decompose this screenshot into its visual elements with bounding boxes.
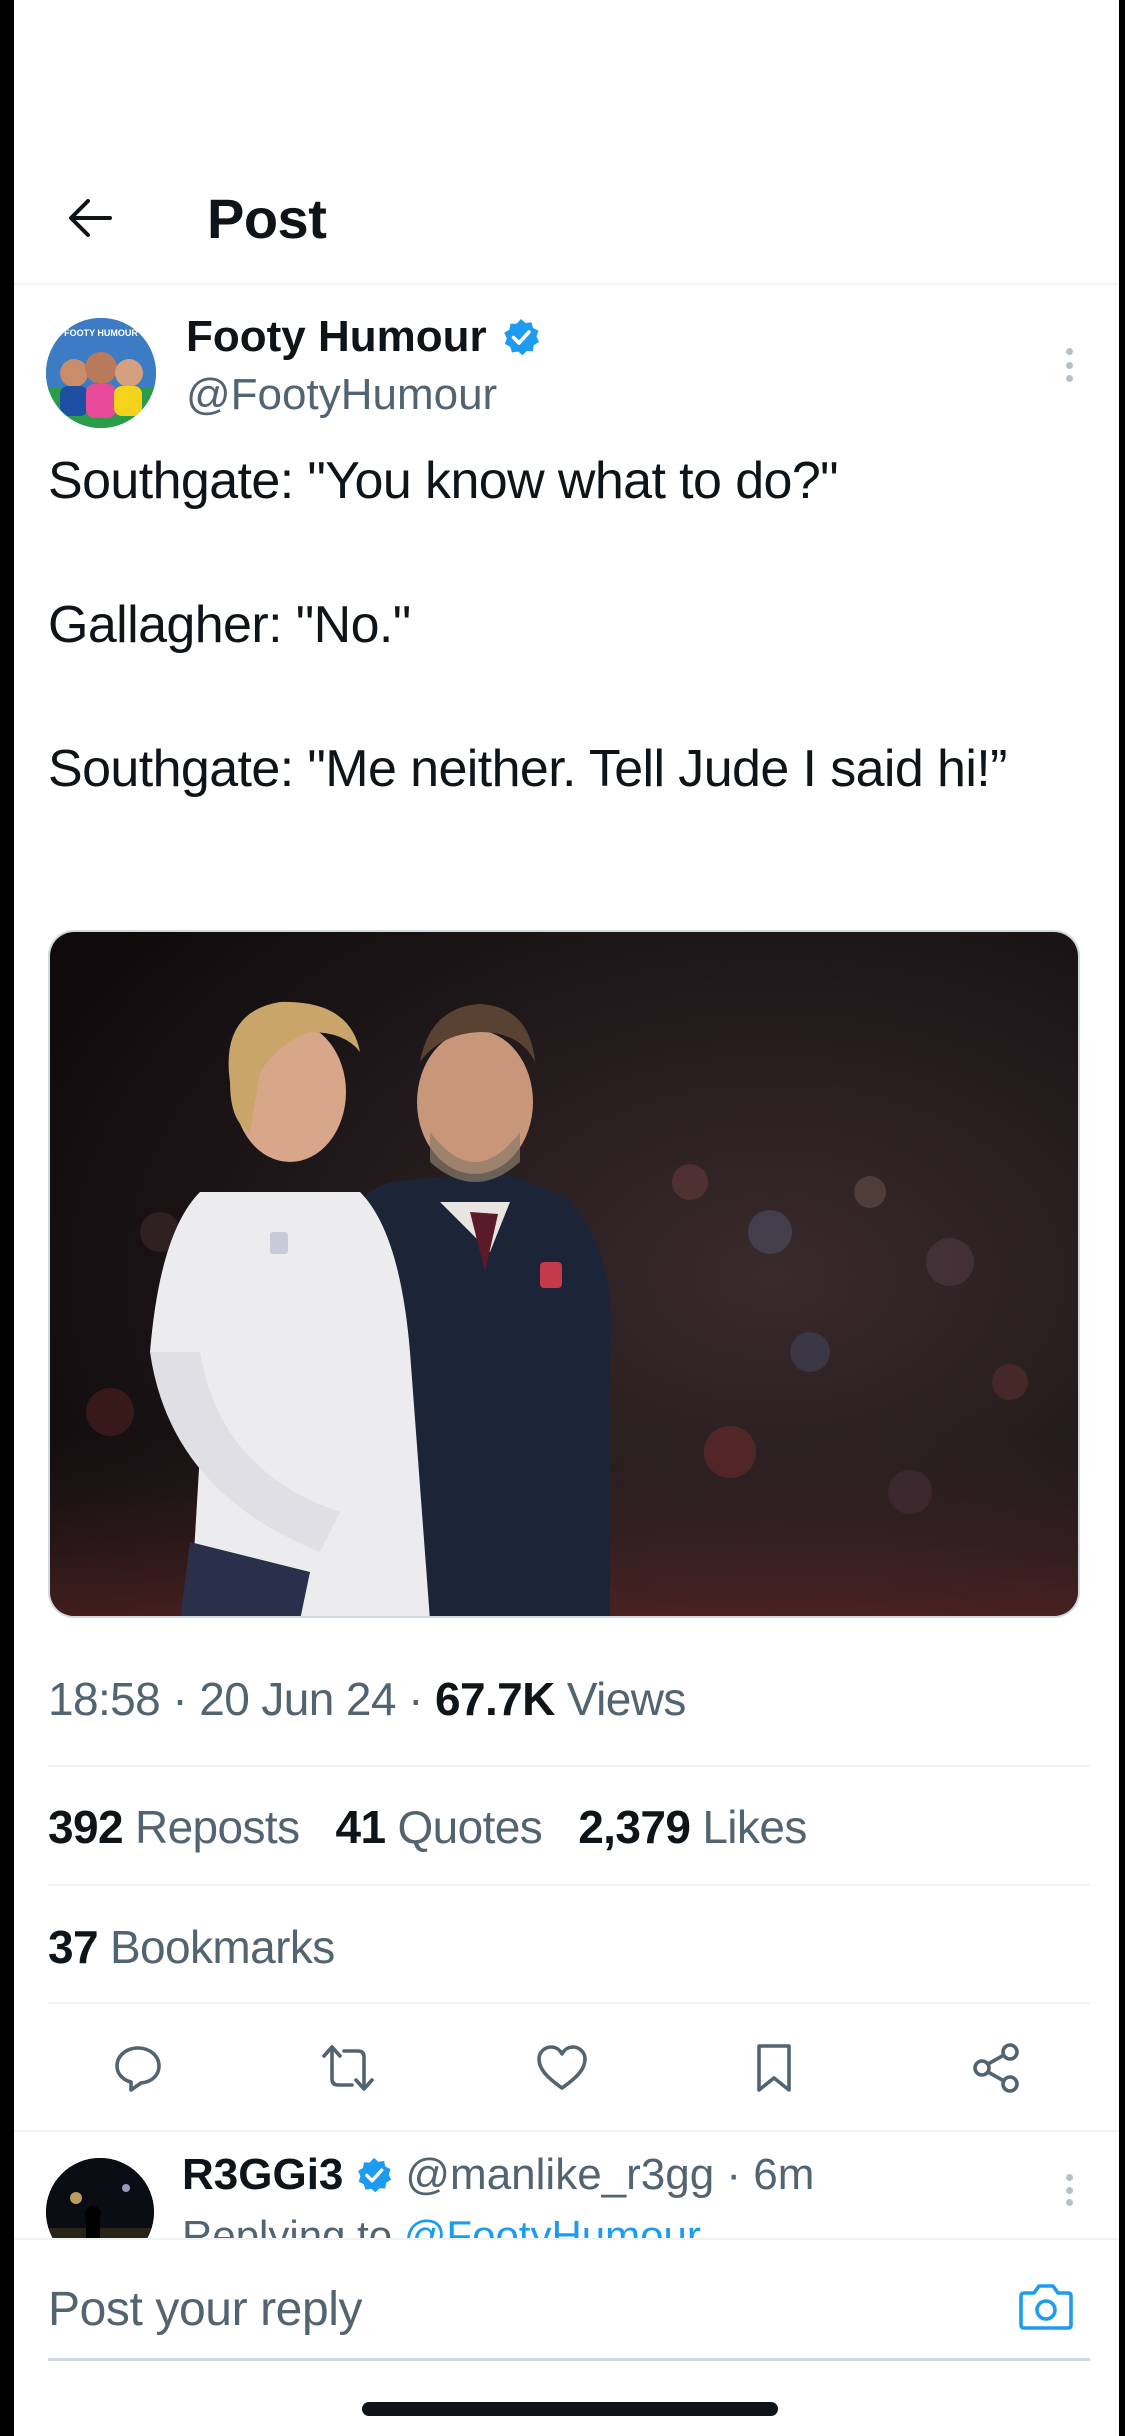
camera-icon xyxy=(1019,2284,1073,2330)
reply-icon xyxy=(115,2046,161,2092)
reply-input[interactable]: Post your reply xyxy=(48,2282,363,2337)
like-button[interactable] xyxy=(532,2038,592,2098)
repost-icon xyxy=(322,2045,374,2091)
likes-stat[interactable]: 2,379 Likes xyxy=(578,1800,807,1854)
like-icon xyxy=(537,2045,587,2090)
reply-composer: Post your reply xyxy=(14,2238,1119,2436)
post-text-line: Southgate: "You know what to do?" xyxy=(48,452,839,510)
avatar-badge-text: FOOTY HUMOUR xyxy=(64,328,138,338)
views-count[interactable]: 67.7K xyxy=(435,1673,555,1725)
repost-button[interactable] xyxy=(318,2038,378,2098)
reply-more-options-button[interactable] xyxy=(1054,2168,1084,2212)
home-indicator[interactable] xyxy=(362,2402,778,2416)
replying-to-line: Replying to @FootyHumour xyxy=(182,2206,701,2240)
share-icon xyxy=(973,2043,1019,2093)
page-title: Post xyxy=(207,187,327,250)
action-bar xyxy=(14,2030,1119,2100)
post-meta: 18:58 · 20 Jun 24 · 67.7K Views xyxy=(48,1673,686,1725)
author-name-row[interactable]: Footy Humour xyxy=(186,312,541,362)
divider xyxy=(14,2130,1119,2132)
more-options-button[interactable] xyxy=(1054,340,1084,390)
device-frame-left xyxy=(0,0,14,2436)
back-button[interactable] xyxy=(60,188,120,248)
bookmark-button[interactable] xyxy=(744,2038,804,2098)
reply-author-name[interactable]: R3GGi3 xyxy=(182,2150,343,2200)
post-detail-screen: Post FOOTY HUMOUR Footy Humour @FootyHum… xyxy=(14,0,1119,2436)
more-dots-icon xyxy=(1065,348,1073,355)
arrow-left-icon xyxy=(69,199,112,237)
post-photo[interactable] xyxy=(48,930,1080,1618)
views-label[interactable]: Views xyxy=(567,1673,686,1725)
verified-badge-icon xyxy=(358,2157,392,2193)
author-handle[interactable]: @FootyHumour xyxy=(186,370,497,420)
more-dots-icon xyxy=(1065,2174,1073,2181)
divider xyxy=(48,2002,1090,2004)
device-frame-right xyxy=(1119,0,1125,2436)
divider xyxy=(48,1884,1090,1886)
author-avatar[interactable]: FOOTY HUMOUR xyxy=(46,318,156,428)
verified-badge-icon xyxy=(503,319,539,356)
top-bar: Post xyxy=(14,150,1119,285)
post-date: 20 Jun 24 xyxy=(199,1673,396,1725)
reposts-stat[interactable]: 392 Reposts xyxy=(48,1800,300,1854)
bookmarks-stat[interactable]: 37 Bookmarks xyxy=(48,1920,335,1974)
replying-to-handle[interactable]: @FootyHumour xyxy=(404,2212,701,2240)
author-name[interactable]: Footy Humour xyxy=(186,312,487,362)
post-text: Southgate: "You know what to do?" Gallag… xyxy=(48,445,1088,805)
reply-header: R3GGi3 @manlike_r3gg · 6m xyxy=(182,2150,814,2200)
engagement-stats: 392 Reposts 41 Quotes 2,379 Likes xyxy=(48,1800,807,1854)
reply-button[interactable] xyxy=(108,2038,168,2098)
bookmark-icon xyxy=(757,2044,791,2092)
quotes-stat[interactable]: 41 Quotes xyxy=(336,1800,543,1854)
post-text-line: Southgate: "Me neither. Tell Jude I said… xyxy=(48,740,1007,798)
composer-underline xyxy=(48,2358,1090,2361)
divider xyxy=(48,1765,1090,1767)
post-text-line: Gallagher: "No." xyxy=(48,596,411,654)
share-button[interactable] xyxy=(966,2038,1026,2098)
post-time: 18:58 xyxy=(48,1673,161,1725)
add-photo-button[interactable] xyxy=(1016,2276,1076,2336)
reply-author-handle-time[interactable]: @manlike_r3gg · 6m xyxy=(405,2150,814,2200)
